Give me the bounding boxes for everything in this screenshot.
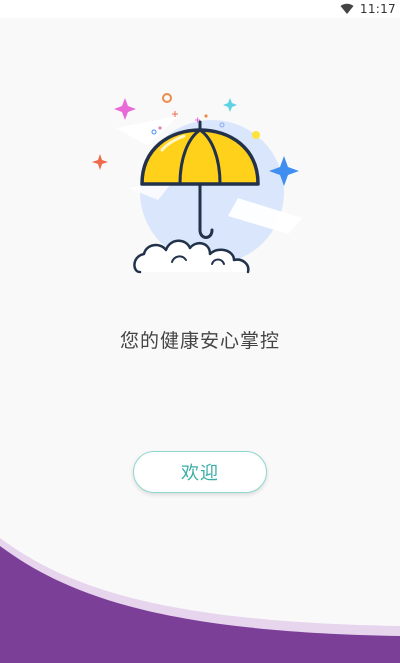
splash-screen: 11:17 您的健康安心掌控 欢迎 [0, 0, 400, 663]
sparkle-pink-icon [114, 98, 136, 120]
sparkle-orange-icon [92, 154, 108, 170]
bottom-wave-decoration [0, 538, 400, 663]
dot-orange-icon [204, 114, 208, 118]
slogan-text: 您的健康安心掌控 [119, 330, 280, 352]
welcome-button-label: 欢迎 [181, 463, 219, 484]
status-time: 11:17 [359, 2, 396, 16]
umbrella-illustration [92, 93, 302, 274]
plus-icon [172, 111, 178, 117]
welcome-button[interactable]: 欢迎 [133, 451, 267, 493]
status-bar: 11:17 [0, 0, 400, 18]
wifi-icon [340, 3, 354, 15]
ring-orange-icon [162, 93, 172, 103]
dot-yellow-icon [252, 131, 260, 139]
sparkle-cyan-icon [223, 98, 237, 112]
status-right: 11:17 [340, 0, 396, 18]
dot-pink-icon [158, 126, 162, 130]
